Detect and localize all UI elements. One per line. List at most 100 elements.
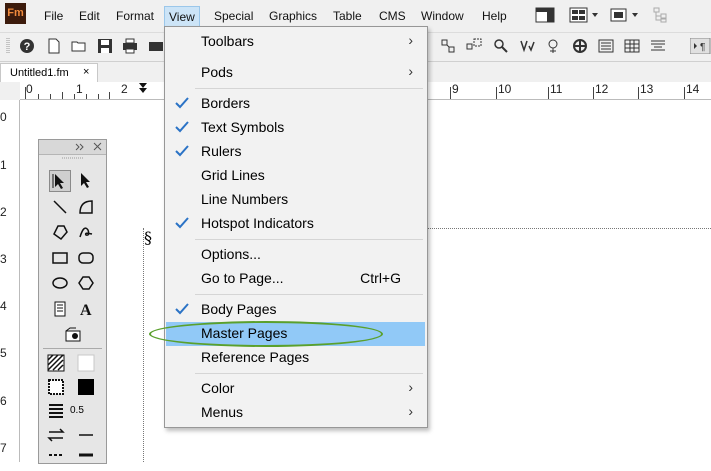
ruler-lines-icon[interactable] [650, 38, 666, 54]
menu-item-label: Reference Pages [201, 349, 310, 365]
menu-file[interactable]: File [44, 7, 63, 25]
structure-view-icon[interactable] [652, 7, 668, 23]
text-frame-icon[interactable] [598, 38, 614, 54]
pen-pattern-tool[interactable] [47, 378, 67, 398]
new-document-icon[interactable] [46, 38, 62, 54]
submenu-arrow-icon: › [408, 403, 413, 419]
object-select-tool[interactable] [75, 170, 95, 190]
join-style-tool[interactable] [77, 450, 97, 470]
menu-separator [195, 88, 423, 89]
arrange-documents-icon[interactable] [569, 7, 601, 23]
menu-item-label: Grid Lines [201, 167, 265, 183]
menu-item-label: Body Pages [201, 301, 277, 317]
graphic-frame-tool[interactable] [63, 325, 83, 345]
menu-item-shortcut: Ctrl+G [360, 270, 401, 286]
oval-tool[interactable] [50, 273, 70, 293]
menu-item-menus[interactable]: Menus › [166, 401, 425, 425]
fill-pattern-tool[interactable] [47, 354, 67, 374]
ruler-label: 7 [0, 441, 7, 455]
annotation-highlight-oval [149, 321, 383, 347]
line-width-tool[interactable] [47, 402, 67, 422]
cut-icon[interactable] [148, 38, 164, 54]
menu-item-line-numbers[interactable]: Line Numbers [166, 188, 425, 212]
menu-item-options[interactable]: Options... [166, 243, 425, 267]
menu-table[interactable]: Table [333, 7, 362, 25]
ruler-label: 10 [498, 82, 512, 96]
menu-item-color[interactable]: Color › [166, 377, 425, 401]
toolbar-grip-icon [6, 38, 10, 54]
cross-reference-icon[interactable] [466, 38, 482, 54]
menu-item-label: Hotspot Indicators [201, 215, 314, 231]
find-replace-icon[interactable] [493, 38, 509, 54]
menu-help[interactable]: Help [482, 7, 507, 25]
help-icon[interactable]: ? [19, 38, 35, 54]
anchored-frame-icon[interactable] [440, 38, 456, 54]
menu-item-toolbars[interactable]: Toolbars › [166, 30, 425, 54]
menu-view[interactable]: View [164, 6, 200, 28]
ruler-label: 1 [76, 82, 83, 96]
menu-edit[interactable]: Edit [79, 7, 100, 25]
smart-select-tool[interactable] [49, 170, 71, 192]
workspace-layout-icon[interactable] [535, 7, 555, 23]
submenu-arrow-icon: › [408, 32, 413, 48]
print-icon[interactable] [122, 38, 138, 54]
menu-item-hotspot-indicators[interactable]: Hotspot Indicators [166, 212, 425, 236]
ruler-corner [0, 82, 20, 100]
tab-stop-marker-icon[interactable] [138, 82, 148, 98]
menu-item-text-symbols[interactable]: Text Symbols [166, 116, 425, 140]
polygon-tool[interactable] [76, 273, 96, 293]
view-menu-dropdown: Toolbars › Pods › Borders Text Symbols R… [164, 26, 428, 428]
menu-format[interactable]: Format [116, 7, 154, 25]
rectangle-tool[interactable] [50, 248, 70, 268]
vertical-ruler[interactable]: 0 1 2 3 4 5 6 7 [0, 100, 20, 462]
checkmark-icon [175, 121, 189, 133]
collapse-palette-icon[interactable] [75, 143, 85, 151]
fill-swatch[interactable] [77, 354, 97, 374]
menu-item-borders[interactable]: Borders [166, 92, 425, 116]
rounded-rectangle-tool[interactable] [76, 248, 96, 268]
menu-item-rulers[interactable]: Rulers [166, 140, 425, 164]
line-width-value: 0.5 [70, 405, 84, 416]
menu-item-label: Rulers [201, 143, 242, 159]
menu-item-go-to-page[interactable]: Go to Page... Ctrl+G [166, 267, 425, 291]
spelling-icon[interactable] [519, 38, 535, 54]
ruler-label: 0 [26, 82, 33, 96]
save-icon[interactable] [97, 38, 113, 54]
palette-header[interactable] [39, 140, 106, 155]
text-line-tool[interactable]: A [76, 299, 96, 319]
table-icon[interactable] [624, 38, 640, 54]
menu-cms[interactable]: CMS [379, 7, 406, 25]
polyline-tool[interactable] [50, 222, 70, 242]
thesaurus-icon[interactable] [545, 38, 561, 54]
close-palette-icon[interactable] [93, 142, 102, 151]
toolbar-more-icon[interactable]: ¶ [690, 38, 711, 54]
framemaker-logo: Fm [5, 3, 26, 24]
menu-separator [195, 373, 423, 374]
menu-item-body-pages[interactable]: Body Pages [166, 298, 425, 322]
text-frame-tool[interactable] [50, 299, 70, 319]
line-tool[interactable] [50, 197, 70, 217]
document-tab[interactable]: Untitled1.fm × [0, 63, 98, 83]
freehand-tool[interactable] [76, 222, 96, 242]
ruler-label: 2 [0, 205, 7, 219]
menu-graphics[interactable]: Graphics [269, 7, 317, 25]
pen-swatch[interactable] [77, 378, 97, 398]
screen-mode-icon[interactable] [609, 7, 641, 23]
anchor-icon[interactable] [572, 38, 588, 54]
arc-tool[interactable] [76, 197, 96, 217]
menu-special[interactable]: Special [214, 7, 253, 25]
cap-style-tool[interactable] [47, 450, 67, 470]
menu-window[interactable]: Window [421, 7, 464, 25]
menu-item-pods[interactable]: Pods › [166, 61, 425, 85]
menu-item-label: Borders [201, 95, 251, 111]
dash-pattern-tool[interactable] [77, 426, 97, 446]
ruler-label: 1 [0, 158, 7, 172]
menu-item-reference-pages[interactable]: Reference Pages [166, 346, 425, 370]
open-folder-icon[interactable] [71, 38, 87, 54]
page-border-guide [143, 228, 144, 462]
menu-item-grid-lines[interactable]: Grid Lines [166, 164, 425, 188]
ruler-label: 11 [550, 82, 563, 96]
close-tab-icon[interactable]: × [83, 66, 89, 78]
line-end-tool[interactable] [47, 426, 67, 446]
graphics-tool-palette: A 0.5 [38, 139, 107, 464]
